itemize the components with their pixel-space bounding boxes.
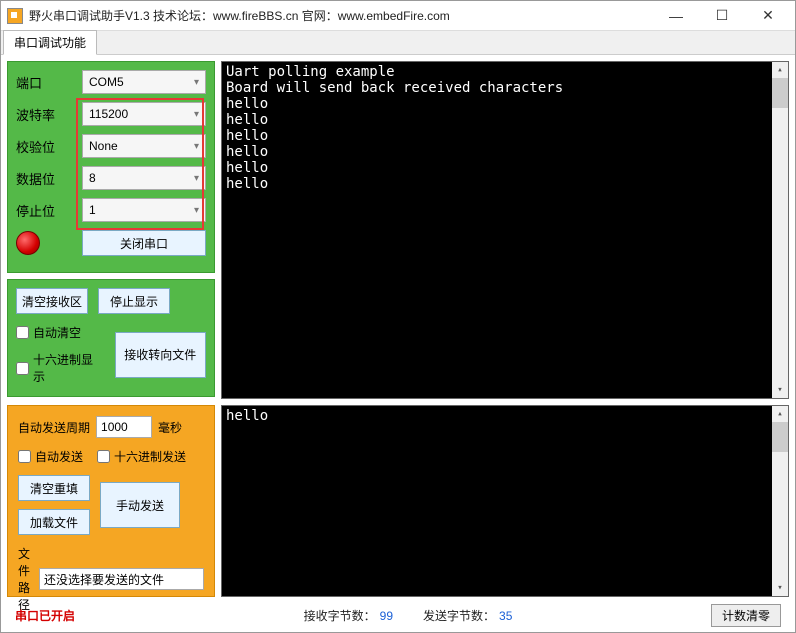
scroll-down-icon[interactable]: ▾	[772, 382, 788, 398]
period-unit: 毫秒	[158, 419, 182, 436]
scrollbar[interactable]: ▴ ▾	[772, 62, 788, 398]
baud-label: 波特率	[16, 105, 76, 124]
scroll-up-icon[interactable]: ▴	[772, 62, 788, 78]
scroll-thumb[interactable]	[772, 78, 788, 108]
status-indicator-icon	[16, 231, 40, 255]
parity-label: 校验位	[16, 137, 76, 156]
receive-panel: 清空接收区 停止显示 自动清空 十六进制显示 接收转向文件	[7, 279, 215, 397]
hex-display-checkbox[interactable]: 十六进制显示	[16, 351, 105, 385]
period-input[interactable]	[96, 416, 152, 438]
status-bar: 串口已开启 接收字节数：99 发送字节数：35 计数清零	[7, 603, 789, 627]
chevron-down-icon: ▾	[194, 205, 199, 216]
hex-send-checkbox[interactable]: 十六进制发送	[97, 448, 186, 465]
window-title: 野火串口调试助手V1.3 技术论坛：www.fireBBS.cn 官网：www.…	[29, 7, 450, 24]
port-status: 串口已开启	[15, 607, 75, 624]
scrollbar[interactable]: ▴ ▾	[772, 406, 788, 596]
scroll-thumb[interactable]	[772, 422, 788, 452]
data-bits-label: 数据位	[16, 169, 76, 188]
app-icon	[7, 8, 23, 24]
baud-select[interactable]: 115200▾	[82, 102, 206, 126]
scroll-up-icon[interactable]: ▴	[772, 406, 788, 422]
reset-count-button[interactable]: 计数清零	[711, 604, 781, 627]
scroll-down-icon[interactable]: ▾	[772, 580, 788, 596]
minimize-button[interactable]: —	[653, 1, 699, 31]
port-select[interactable]: COM5▾	[82, 70, 206, 94]
chevron-down-icon: ▾	[194, 173, 199, 184]
tab-serial-debug[interactable]: 串口调试功能	[3, 30, 97, 55]
send-panel: 自动发送周期 毫秒 自动发送 十六进制发送 清空重填 加载文件 手动发送 文件路…	[7, 405, 215, 597]
auto-send-checkbox[interactable]: 自动发送	[18, 448, 83, 465]
receive-terminal[interactable]: Uart polling example Board will send bac…	[221, 61, 789, 399]
data-bits-select[interactable]: 8▾	[82, 166, 206, 190]
port-label: 端口	[16, 73, 76, 92]
chevron-down-icon: ▾	[194, 109, 199, 120]
chevron-down-icon: ▾	[194, 77, 199, 88]
manual-send-button[interactable]: 手动发送	[100, 482, 180, 528]
load-file-button[interactable]: 加载文件	[18, 509, 90, 535]
clear-fill-button[interactable]: 清空重填	[18, 475, 90, 501]
maximize-button[interactable]: ☐	[699, 1, 745, 31]
stop-bits-select[interactable]: 1▾	[82, 198, 206, 222]
send-terminal[interactable]: hello ▴ ▾	[221, 405, 789, 597]
receive-to-file-button[interactable]: 接收转向文件	[115, 332, 206, 378]
close-port-button[interactable]: 关闭串口	[82, 230, 206, 256]
stop-bits-label: 停止位	[16, 201, 76, 220]
titlebar: 野火串口调试助手V1.3 技术论坛：www.fireBBS.cn 官网：www.…	[1, 1, 795, 31]
rx-count: 接收字节数：99	[304, 607, 393, 624]
close-button[interactable]: ✕	[745, 1, 791, 31]
parity-select[interactable]: None▾	[82, 134, 206, 158]
auto-clear-checkbox[interactable]: 自动清空	[16, 324, 105, 341]
period-label: 自动发送周期	[18, 419, 90, 436]
tab-bar: 串口调试功能	[1, 31, 795, 55]
chevron-down-icon: ▾	[194, 141, 199, 152]
clear-receive-button[interactable]: 清空接收区	[16, 288, 88, 314]
stop-display-button[interactable]: 停止显示	[98, 288, 170, 314]
tx-count: 发送字节数：35	[423, 607, 512, 624]
port-settings-panel: 端口 COM5▾ 波特率 115200▾ 校验位 None▾ 数据位 8▾ 停止…	[7, 61, 215, 273]
file-path-input[interactable]	[39, 568, 204, 590]
